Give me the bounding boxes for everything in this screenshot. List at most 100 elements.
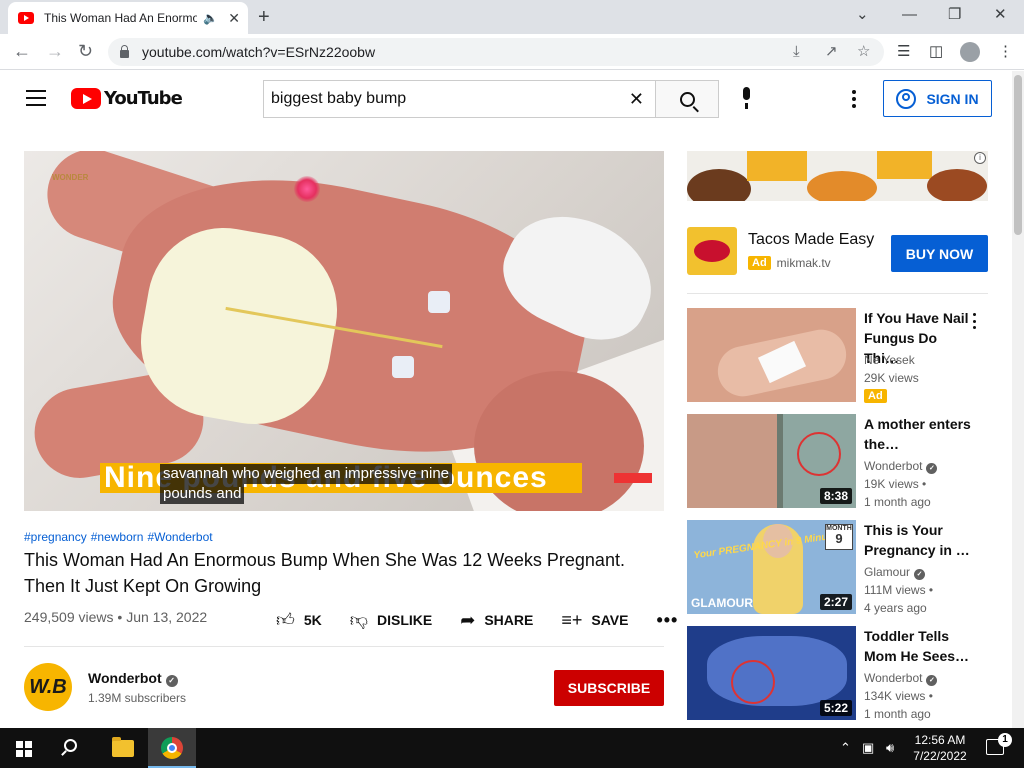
recommended-title[interactable]: Toddler Tells Mom He Sees…	[864, 626, 974, 666]
divider	[24, 646, 664, 647]
ad-brand-logo[interactable]	[687, 227, 737, 275]
system-clock[interactable]: 12:56 AM 7/22/2022	[905, 732, 975, 764]
youtube-logo[interactable]: YouTube	[71, 88, 183, 109]
browser-menu-icon[interactable]: ⋮	[998, 42, 1013, 62]
ad-banner-image[interactable]	[687, 151, 988, 201]
search-button[interactable]	[655, 80, 719, 118]
channel-avatar[interactable]: W.B	[24, 663, 72, 711]
taskbar-search-icon[interactable]	[64, 739, 77, 752]
new-tab-button[interactable]: +	[258, 6, 270, 28]
bookmark-star-icon[interactable]: ☆	[857, 43, 870, 61]
save-button[interactable]: ≡+ SAVE	[561, 610, 628, 631]
scrollbar-thumb[interactable]	[1014, 75, 1022, 235]
thumbs-down-icon: 👎︎	[349, 610, 368, 630]
search-input[interactable]: biggest baby bump ✕	[263, 80, 656, 118]
recommended-age: 4 years ago	[864, 601, 927, 615]
close-tab-icon[interactable]: ✕	[228, 10, 240, 27]
recommended-video[interactable]: 5:22 Toddler Tells Mom He Sees… Wonderbo…	[687, 626, 997, 722]
verified-check-icon: ✓	[926, 463, 938, 474]
volume-icon[interactable]: 🔊︎	[886, 740, 894, 756]
clock-time: 12:56 AM	[914, 733, 966, 747]
hashtag-link[interactable]: #pregnancy	[24, 530, 87, 544]
side-panel-icon[interactable]: ◫	[929, 42, 943, 62]
video-thumbnail[interactable]	[687, 308, 856, 402]
settings-more-icon[interactable]	[852, 90, 856, 108]
ad-badge-row: Ad	[864, 388, 887, 403]
recommended-video[interactable]: Your PREGNANCY in 9 Minutes GLAMOUR MONT…	[687, 520, 997, 616]
ad-title[interactable]: Tacos Made Easy	[748, 231, 874, 249]
recommended-video[interactable]: 8:38 A mother enters the… Wonderbot ✓ 19K…	[687, 414, 997, 510]
network-icon[interactable]: ▣	[862, 740, 874, 756]
video-title: This Woman Had An Enormous Bump When She…	[24, 550, 625, 596]
channel-name[interactable]: Wonderbot	[88, 670, 162, 686]
speaker-icon[interactable]: 🔈	[203, 11, 218, 25]
account-icon	[896, 88, 917, 109]
hashtag-link[interactable]: #newborn	[91, 530, 144, 544]
caption-line: savannah who weighed an impressive nine	[160, 464, 453, 484]
media-control-icon[interactable]: ☰	[897, 42, 910, 62]
recommended-views-row: 111M views •	[864, 583, 934, 597]
taskbar-chrome-button[interactable]	[148, 728, 196, 768]
verified-check-icon: ✓	[926, 675, 938, 686]
minimize-button[interactable]: —	[902, 5, 917, 25]
show-hidden-icons-icon[interactable]: ⌃	[840, 740, 851, 756]
install-icon[interactable]: ⤓	[793, 43, 800, 61]
more-actions-icon[interactable]: •••	[656, 610, 678, 631]
share-page-icon[interactable]: ↗	[825, 43, 838, 61]
browser-tabstrip: This Woman Had An Enormous Bump When She…	[0, 0, 1024, 34]
share-button[interactable]: ➦ SHARE	[460, 610, 533, 631]
recommended-title[interactable]: This is Your Pregnancy in …	[864, 520, 974, 560]
clear-search-icon[interactable]: ✕	[629, 89, 644, 110]
reload-button[interactable]: ↻	[78, 40, 93, 62]
clock-date: 7/22/2022	[913, 749, 967, 763]
hamburger-menu-icon[interactable]	[26, 90, 46, 106]
recommended-views: 19K views	[864, 477, 919, 491]
video-actions: 👍︎ 5K 👎︎ DISLIKE ➦ SHARE ≡+ SAVE •••	[276, 608, 678, 632]
recommended-views-row: 19K views •	[864, 477, 927, 491]
close-window-button[interactable]: ✕	[994, 5, 1007, 25]
more-options-icon[interactable]	[973, 313, 977, 329]
microphone-icon[interactable]	[740, 87, 752, 111]
profile-avatar-icon[interactable]	[960, 42, 980, 62]
video-duration: 5:22	[819, 700, 852, 716]
video-thumbnail[interactable]: Your PREGNANCY in 9 Minutes GLAMOUR MONT…	[687, 520, 856, 614]
hashtag-link[interactable]: #Wonderbot	[147, 530, 212, 544]
windows-start-icon[interactable]	[16, 741, 32, 757]
video-subscribe-badge	[614, 473, 652, 483]
back-button[interactable]: ←	[13, 40, 31, 62]
recommended-views: 29K views	[864, 371, 919, 385]
video-frame-sensor-light	[294, 176, 320, 202]
recommended-title[interactable]: A mother enters the…	[864, 414, 974, 454]
subscribe-button[interactable]: SUBSCRIBE	[554, 670, 664, 706]
url-text[interactable]: youtube.com/watch?v=ESrNz22oobw	[142, 44, 375, 60]
verified-check-icon: ✓	[914, 569, 926, 580]
ad-badge: Ad	[864, 389, 887, 403]
recommended-video[interactable]: If You Have Nail Fungus Do Thi… Ne Yesek…	[687, 308, 997, 404]
video-thumbnail[interactable]: 8:38	[687, 414, 856, 508]
browser-tab[interactable]: This Woman Had An Enormous Bump When She…	[8, 2, 248, 34]
dislike-button[interactable]: 👎︎ DISLIKE	[350, 609, 433, 631]
sign-in-label: SIGN IN	[926, 90, 979, 107]
browser-toolbar: ← → ↻ youtube.com/watch?v=ESrNz22oobw ⤓ …	[0, 34, 1024, 70]
address-bar[interactable]: youtube.com/watch?v=ESrNz22oobw ⤓ ↗ ☆	[108, 38, 884, 66]
ad-info-icon[interactable]: i	[974, 152, 986, 164]
restore-button[interactable]: ❐	[948, 5, 961, 25]
buy-now-button[interactable]: BUY NOW	[891, 235, 988, 272]
page-scrollbar[interactable]	[1012, 71, 1024, 728]
recommended-channel-row: Glamour ✓	[864, 565, 926, 580]
forward-button[interactable]: →	[46, 40, 64, 62]
recommended-channel: Ne Yesek	[864, 353, 915, 367]
file-explorer-icon[interactable]	[112, 737, 134, 757]
sign-in-button[interactable]: SIGN IN	[883, 80, 992, 117]
like-button[interactable]: 👍︎ 5K	[276, 609, 322, 631]
youtube-masthead: YouTube biggest baby bump ✕ SIGN IN	[0, 71, 1012, 127]
video-player[interactable]: WONDER Nine pounds and five ounces savan…	[24, 151, 664, 511]
search-query[interactable]: biggest baby bump	[271, 90, 629, 108]
lock-icon[interactable]	[120, 44, 129, 58]
thumbnail-month-number: 9	[835, 531, 843, 546]
channel-name-row: Wonderbot ✓	[88, 670, 178, 687]
video-thumbnail[interactable]: 5:22	[687, 626, 856, 720]
tab-search-icon[interactable]: ⌄	[856, 5, 869, 25]
notification-count: 1	[998, 733, 1012, 747]
chrome-icon	[161, 737, 183, 759]
